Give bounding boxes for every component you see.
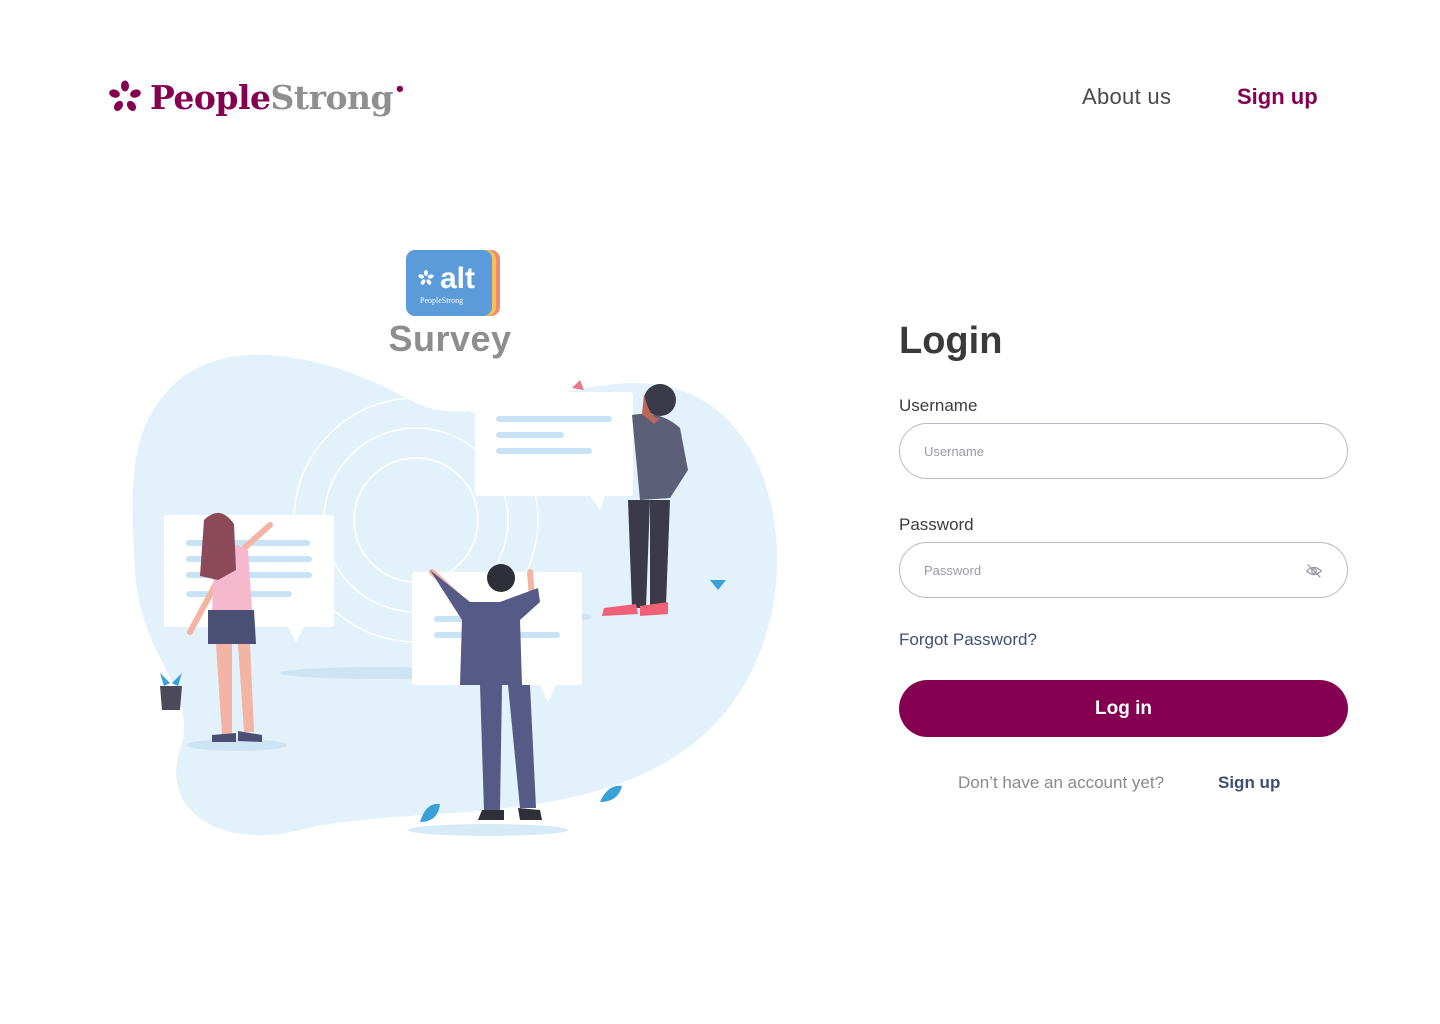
signup-link[interactable]: Sign up bbox=[1218, 773, 1280, 793]
alt-badge-text: alt bbox=[440, 262, 475, 295]
forgot-password-link[interactable]: Forgot Password? bbox=[899, 630, 1037, 650]
brand-wordmark-primary: People bbox=[150, 77, 271, 117]
brand-dot: • bbox=[394, 78, 406, 100]
login-title: Login bbox=[899, 320, 1003, 362]
username-input[interactable] bbox=[900, 424, 1347, 478]
password-label: Password bbox=[899, 515, 974, 534]
brand-wordmark: PeopleStrong• bbox=[150, 77, 406, 117]
eye-slash-icon[interactable] bbox=[1305, 562, 1323, 580]
brand-wordmark-secondary: Strong bbox=[270, 77, 394, 117]
nav-sign-up-link[interactable]: Sign up bbox=[1237, 84, 1318, 110]
brand-logo[interactable]: PeopleStrong• bbox=[108, 74, 406, 120]
username-field-wrapper bbox=[899, 423, 1348, 479]
chat-card-top bbox=[475, 392, 633, 510]
alt-badge-subtext: PeopleStrong bbox=[420, 296, 463, 305]
alt-app-badge: alt PeopleStrong bbox=[406, 250, 500, 316]
no-account-text: Don’t have an account yet? bbox=[958, 773, 1165, 792]
username-label: Username bbox=[899, 396, 978, 415]
login-button[interactable]: Log in bbox=[899, 680, 1348, 737]
password-field-wrapper bbox=[899, 542, 1348, 598]
peoplestrong-logo-icon bbox=[109, 80, 141, 111]
nav-about-us-link[interactable]: About us bbox=[1082, 84, 1171, 110]
hero-illustration: alt PeopleStrong Survey bbox=[120, 240, 800, 860]
survey-scene-illustration bbox=[132, 354, 778, 836]
password-input[interactable] bbox=[900, 543, 1347, 597]
